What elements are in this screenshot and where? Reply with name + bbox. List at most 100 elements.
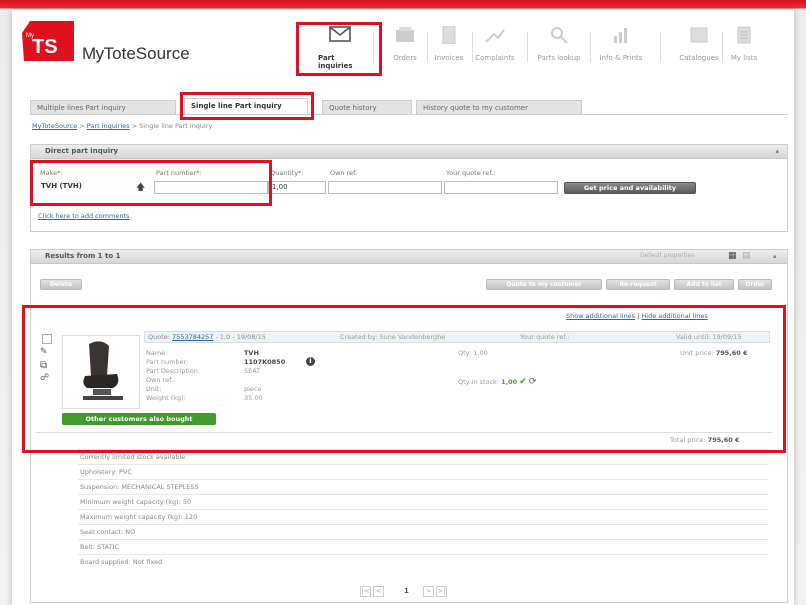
collapse-icon[interactable]: ▴ bbox=[775, 145, 779, 158]
spec-row: Suspension: MECHANICAL STEPLESS bbox=[78, 479, 768, 493]
valid-until: Valid until: 19/09/15 bbox=[676, 333, 742, 341]
chart-icon bbox=[610, 26, 632, 44]
unit-price: Unit price: 795,60 € bbox=[680, 349, 748, 357]
pager-last[interactable]: >| bbox=[436, 586, 447, 597]
complaint-icon bbox=[484, 26, 506, 44]
quote-number: Quote: 7553784257 - 1,0 - 19/08/15 bbox=[148, 333, 266, 341]
breadcrumb-home[interactable]: MyToteSource bbox=[32, 122, 77, 130]
refresh-icon[interactable]: ⟳ bbox=[529, 377, 537, 387]
field-label: Part Description: bbox=[146, 367, 201, 375]
own-ref-label: Own ref. bbox=[330, 169, 358, 177]
get-price-button[interactable]: Get price and availability bbox=[564, 182, 696, 194]
nav-item-label: My lists bbox=[730, 54, 758, 62]
spec-row: Maximum weight capacity (kg): 120 bbox=[78, 509, 768, 523]
nav-item-label: Invoices bbox=[434, 54, 464, 62]
field-value: piece bbox=[244, 385, 262, 393]
spec-row: Board supplied: Not fixed bbox=[78, 554, 768, 568]
hide-additional-lines-link[interactable]: Hide additional lines bbox=[641, 312, 707, 320]
tab-history-quote-customer[interactable]: History quote to my customer bbox=[416, 100, 582, 114]
quote-customer-button[interactable]: Quote to my customer bbox=[486, 279, 602, 290]
nav-item-catalogues[interactable]: Catalogues bbox=[677, 26, 721, 72]
nav-item-my-lists[interactable]: My lists bbox=[722, 26, 766, 72]
catalogue-icon bbox=[688, 26, 710, 44]
svg-text:TS: TS bbox=[32, 36, 58, 58]
quantity-input[interactable]: 1,00 bbox=[268, 181, 326, 194]
quantity-label: Quantity*: bbox=[270, 169, 304, 177]
nav-item-parts-lookup[interactable]: Parts lookup bbox=[537, 26, 581, 72]
copy-icon[interactable]: ⧉ bbox=[40, 360, 47, 371]
part-number-label: Part number*: bbox=[156, 169, 202, 177]
tab-quote-history[interactable]: Quote history bbox=[322, 100, 412, 114]
order-button[interactable]: Order bbox=[738, 279, 772, 290]
your-quote-ref: Your quote ref.: bbox=[520, 333, 570, 341]
default-properties-label[interactable]: Default properties bbox=[640, 252, 694, 259]
nav-item-label: Orders bbox=[393, 54, 417, 62]
make-dropdown-icon[interactable]: 🡅 bbox=[136, 180, 145, 196]
field-value: 1107K0850 bbox=[244, 358, 286, 366]
other-customers-bought-button[interactable]: Other customers also bought bbox=[62, 413, 216, 425]
created-by: Created by: Sune Vandenberghe bbox=[340, 333, 446, 341]
delete-button[interactable]: Delete bbox=[40, 279, 82, 290]
pager-first[interactable]: |< bbox=[360, 586, 371, 597]
field-value: SEAT bbox=[244, 367, 261, 375]
quote-ref-input[interactable] bbox=[444, 181, 558, 194]
breadcrumb-current: Single line Part inquiry bbox=[139, 122, 213, 130]
nav-item-orders[interactable]: Orders bbox=[383, 26, 427, 72]
nav-item-label: Part inquiries bbox=[318, 54, 353, 70]
tab-multiple-lines[interactable]: Multiple lines Part inquiry bbox=[30, 100, 176, 114]
nav-item-part-inquiries[interactable]: Part inquiries bbox=[318, 26, 362, 72]
stock-quantity: Qty in stock: 1,00 ✔ ⟳ bbox=[458, 377, 537, 387]
own-ref-input[interactable] bbox=[328, 181, 442, 194]
field-value: TVH bbox=[244, 349, 259, 357]
make-label: Make*: bbox=[40, 169, 63, 177]
group-icon[interactable]: ☍ bbox=[40, 373, 49, 383]
field-value: 35.00 bbox=[244, 394, 263, 402]
search-icon bbox=[548, 26, 570, 44]
orders-icon bbox=[394, 26, 416, 44]
add-comments-link[interactable]: Click here to add comments bbox=[38, 212, 129, 220]
toggle-additional-lines: Show additional lines | Hide additional … bbox=[566, 312, 708, 320]
invoice-icon bbox=[438, 25, 460, 45]
pager-current: 1 bbox=[404, 587, 409, 595]
nav-item-complaints[interactable]: Complaints bbox=[473, 26, 517, 72]
nav-separator bbox=[527, 32, 528, 62]
list-icon bbox=[733, 26, 755, 44]
envelope-icon bbox=[329, 26, 351, 44]
nav-separator bbox=[590, 32, 591, 62]
nav-item-label: Catalogues bbox=[679, 54, 719, 62]
nav-item-label: Info & Prints bbox=[599, 54, 643, 62]
re-request-button[interactable]: Re-request bbox=[606, 279, 670, 290]
grid-view-icon[interactable]: ▦ bbox=[728, 251, 737, 261]
nav-item-label: Complaints bbox=[475, 54, 515, 62]
tab-underline bbox=[30, 114, 788, 115]
tab-single-line[interactable]: Single line Part inquiry bbox=[184, 98, 308, 114]
edit-pencil-icon[interactable]: ✎ bbox=[40, 347, 48, 357]
stock-value: 1,00 bbox=[501, 378, 518, 386]
row-checkbox[interactable] bbox=[42, 334, 52, 344]
part-number-input[interactable] bbox=[154, 181, 268, 194]
show-additional-lines-link[interactable]: Show additional lines bbox=[566, 312, 635, 320]
info-icon[interactable]: i bbox=[306, 357, 315, 366]
pager-prev[interactable]: < bbox=[373, 586, 384, 597]
quantity-value: Qty: 1,00 bbox=[458, 349, 488, 357]
nav-item-info-prints[interactable]: Info & Prints bbox=[599, 26, 643, 72]
row-divider bbox=[36, 432, 772, 433]
spec-row: Seat contact: NO bbox=[78, 524, 768, 538]
nav-separator bbox=[373, 32, 374, 62]
spec-row: Currently limited stock available bbox=[78, 449, 768, 463]
nav-item-label: Parts lookup bbox=[537, 54, 581, 62]
pager-next[interactable]: > bbox=[423, 586, 434, 597]
quote-number-link[interactable]: 7553784257 bbox=[172, 333, 213, 341]
add-to-list-button[interactable]: Add to list bbox=[674, 279, 734, 290]
list-view-icon[interactable]: ▤ bbox=[742, 251, 751, 261]
brand-name[interactable]: MyToteSource bbox=[82, 44, 190, 64]
product-image[interactable] bbox=[62, 335, 140, 409]
field-label: Name: bbox=[146, 349, 168, 357]
check-icon: ✔ bbox=[519, 377, 527, 387]
results-collapse-icon[interactable]: ▴ bbox=[773, 252, 777, 260]
nav-item-invoices[interactable]: Invoices bbox=[427, 25, 471, 72]
spec-row: Upholstery: PVC bbox=[78, 464, 768, 478]
breadcrumb-section[interactable]: Part inquiries bbox=[87, 122, 130, 130]
direct-inquiry-header[interactable]: Direct part inquiry ▴ bbox=[31, 145, 787, 159]
make-select[interactable]: TVH (TVH) bbox=[38, 181, 148, 194]
